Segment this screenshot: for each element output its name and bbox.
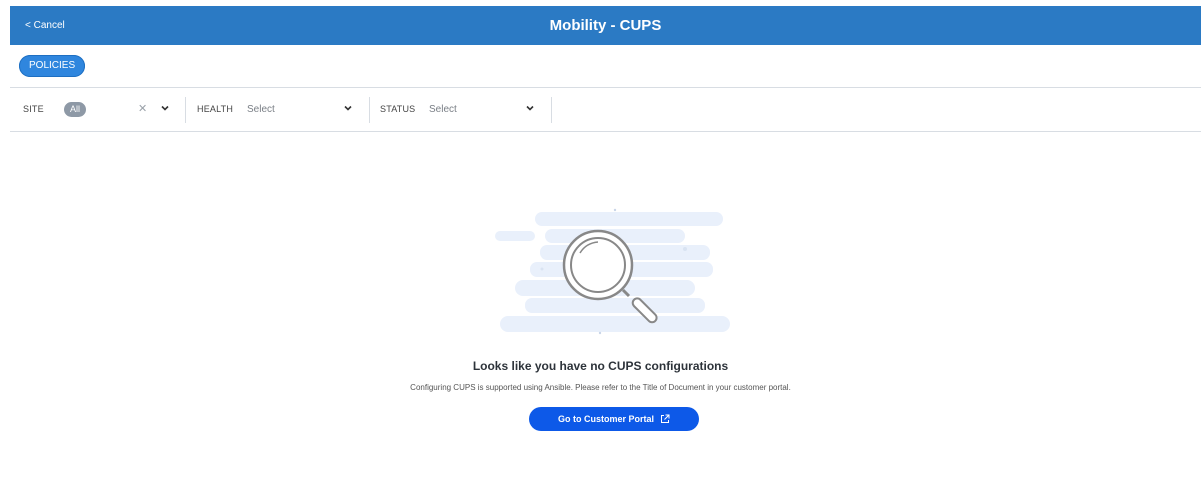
portal-button-label: Go to Customer Portal: [557, 414, 654, 424]
site-filter-chip[interactable]: All: [64, 102, 87, 117]
filter-divider: [369, 97, 370, 123]
filter-bar: SITE All ✕ HEALTH Select STATUS Select: [10, 87, 1201, 132]
magnifier-icon: [495, 208, 730, 335]
status-filter-label: STATUS: [380, 104, 416, 114]
external-link-icon: [661, 414, 670, 423]
policies-tab[interactable]: POLICIES: [19, 55, 86, 77]
site-filter-label: SITE: [23, 104, 44, 114]
chevron-down-icon[interactable]: [343, 103, 353, 113]
go-to-customer-portal-button[interactable]: Go to Customer Portal: [529, 407, 699, 431]
top-bar: < Cancel Mobility - CUPS: [10, 6, 1201, 45]
chevron-down-icon[interactable]: [160, 103, 170, 113]
empty-state-title: Looks like you have no CUPS configuratio…: [472, 359, 729, 373]
health-filter-select[interactable]: Select: [247, 88, 275, 131]
empty-state-subtitle: Configuring CUPS is supported using Ansi…: [410, 383, 791, 392]
filter-divider: [551, 97, 552, 123]
chevron-down-icon[interactable]: [525, 103, 535, 113]
page-title: Mobility - CUPS: [549, 17, 662, 34]
filter-divider: [185, 97, 186, 123]
clear-icon[interactable]: ✕: [138, 88, 147, 131]
status-filter-select[interactable]: Select: [429, 88, 457, 131]
health-filter-label: HEALTH: [197, 104, 234, 114]
